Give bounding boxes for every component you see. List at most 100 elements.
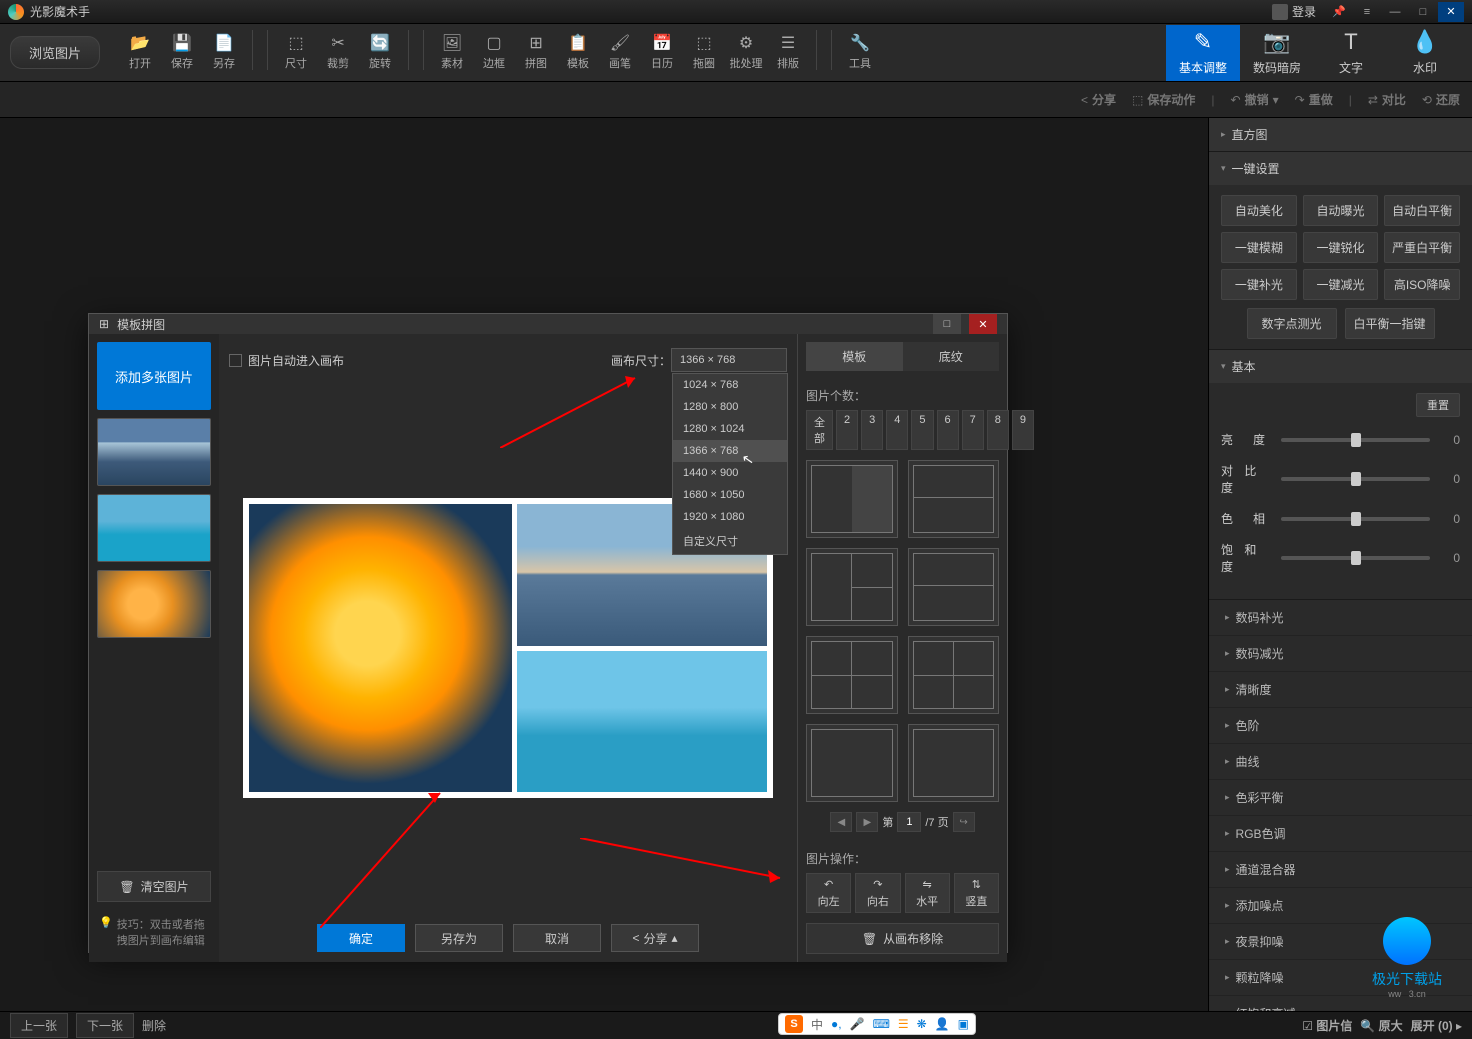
ime-keyboard-icon[interactable]: ⌨ <box>873 1017 890 1031</box>
onekey-自动曝光[interactable]: 自动曝光 <box>1303 195 1379 226</box>
onekey-数字点测光[interactable]: 数字点测光 <box>1247 308 1337 339</box>
rotate-竖直[interactable]: ⇅竖直 <box>954 873 999 913</box>
menu-icon[interactable]: ≡ <box>1354 2 1380 22</box>
size-option[interactable]: 1024 × 768 <box>673 374 787 396</box>
section-histogram[interactable]: ▸直方图 <box>1209 118 1472 151</box>
tab-template[interactable]: 模板 <box>806 342 903 371</box>
dialog-close-button[interactable]: ✕ <box>969 314 997 334</box>
section-色阶[interactable]: ▸色阶 <box>1209 708 1472 744</box>
zoom-original[interactable]: 🔍 原大 <box>1360 1017 1402 1034</box>
ime-menu-icon[interactable]: ☰ <box>898 1017 909 1031</box>
toolbar-尺寸[interactable]: ⬚尺寸 <box>276 30 316 75</box>
maximize-icon[interactable]: □ <box>1410 2 1436 22</box>
toolbar-拖圈[interactable]: ⬚拖圈 <box>684 30 724 75</box>
tab-文字[interactable]: T文字 <box>1314 25 1388 81</box>
count-filter-全部[interactable]: 全部 <box>806 410 833 450</box>
collage-cell[interactable] <box>249 504 512 792</box>
template-option[interactable] <box>908 548 1000 626</box>
pin-icon[interactable]: 📌 <box>1326 2 1352 22</box>
section-数码补光[interactable]: ▸数码补光 <box>1209 600 1472 636</box>
section-数码减光[interactable]: ▸数码减光 <box>1209 636 1472 672</box>
template-option[interactable] <box>806 548 898 626</box>
collage-cell[interactable] <box>517 651 767 793</box>
image-thumbnail[interactable] <box>97 494 211 562</box>
toolbar-裁剪[interactable]: ✂裁剪 <box>318 30 358 75</box>
dialog-maximize-button[interactable]: □ <box>933 314 961 334</box>
toolbar-拼图[interactable]: ⊞拼图 <box>516 30 556 75</box>
onekey-白平衡一指键[interactable]: 白平衡一指键 <box>1345 308 1435 339</box>
add-images-button[interactable]: 添加多张图片 <box>97 342 211 410</box>
cancel-button[interactable]: 取消 <box>513 924 601 952</box>
toolbar-画笔[interactable]: 🖌画笔 <box>600 30 640 75</box>
count-filter-7[interactable]: 7 <box>962 410 984 450</box>
ime-lang[interactable]: 中 <box>811 1016 823 1033</box>
minimize-icon[interactable]: — <box>1382 2 1408 22</box>
ime-punct-icon[interactable]: ●, <box>831 1017 842 1031</box>
onekey-高ISO降噪[interactable]: 高ISO降噪 <box>1384 269 1460 300</box>
size-option[interactable]: 1366 × 768 <box>673 440 787 462</box>
onekey-一键锐化[interactable]: 一键锐化 <box>1303 232 1379 263</box>
slider-track[interactable] <box>1281 556 1430 560</box>
slider-thumb[interactable] <box>1351 472 1361 486</box>
section-色彩平衡[interactable]: ▸色彩平衡 <box>1209 780 1472 816</box>
page-prev-button[interactable]: ◀ <box>830 812 852 832</box>
section-通道混合器[interactable]: ▸通道混合器 <box>1209 852 1472 888</box>
template-option[interactable] <box>908 724 1000 802</box>
login-button[interactable]: 登录 <box>1272 3 1316 20</box>
expand-panel[interactable]: 展开 (0) ▸ <box>1411 1017 1462 1034</box>
onekey-自动白平衡[interactable]: 自动白平衡 <box>1384 195 1460 226</box>
section-清晰度[interactable]: ▸清晰度 <box>1209 672 1472 708</box>
toolbar-模板[interactable]: 📋模板 <box>558 30 598 75</box>
toolbar-日历[interactable]: 📅日历 <box>642 30 682 75</box>
onekey-一键模糊[interactable]: 一键模糊 <box>1221 232 1297 263</box>
image-thumbnail[interactable] <box>97 570 211 638</box>
reset-button[interactable]: 重置 <box>1416 393 1460 417</box>
image-thumbnail[interactable] <box>97 418 211 486</box>
slider-track[interactable] <box>1281 438 1430 442</box>
ime-toolbar[interactable]: S 中 ●, 🎤 ⌨ ☰ ❋ 👤 ▣ <box>778 1013 976 1035</box>
size-option[interactable]: 1280 × 1024 <box>673 418 787 440</box>
template-option[interactable] <box>806 724 898 802</box>
share-action[interactable]: < 分享 <box>1081 91 1116 108</box>
ok-button[interactable]: 确定 <box>317 924 405 952</box>
toolbar-边框[interactable]: ▢边框 <box>474 30 514 75</box>
section-basic[interactable]: ▾基本 <box>1209 350 1472 383</box>
size-option[interactable]: 1920 × 1080 <box>673 506 787 528</box>
toolbar-打开[interactable]: 📂打开 <box>120 30 160 75</box>
browse-images-button[interactable]: 浏览图片 <box>10 36 100 69</box>
save-as-button[interactable]: 另存为 <box>415 924 503 952</box>
count-filter-4[interactable]: 4 <box>886 410 908 450</box>
onekey-一键补光[interactable]: 一键补光 <box>1221 269 1297 300</box>
clear-images-button[interactable]: 🗑清空图片 <box>97 871 211 902</box>
toolbar-旋转[interactable]: 🔄旋转 <box>360 30 400 75</box>
onekey-一键减光[interactable]: 一键减光 <box>1303 269 1379 300</box>
rotate-向右[interactable]: ↷向右 <box>855 873 900 913</box>
share-button[interactable]: < 分享 ▴ <box>611 924 699 952</box>
onekey-严重白平衡[interactable]: 严重白平衡 <box>1384 232 1460 263</box>
count-filter-6[interactable]: 6 <box>937 410 959 450</box>
count-filter-8[interactable]: 8 <box>987 410 1009 450</box>
delete-button[interactable]: 删除 <box>142 1017 166 1034</box>
ime-settings-icon[interactable]: ▣ <box>958 1017 969 1031</box>
page-next-button[interactable]: ▶ <box>856 812 878 832</box>
size-option[interactable]: 1280 × 800 <box>673 396 787 418</box>
remove-from-canvas-button[interactable]: 🗑从画布移除 <box>806 923 999 954</box>
count-filter-9[interactable]: 9 <box>1012 410 1034 450</box>
template-option[interactable] <box>908 636 1000 714</box>
slider-track[interactable] <box>1281 477 1430 481</box>
template-option[interactable] <box>806 460 898 538</box>
slider-thumb[interactable] <box>1351 433 1361 447</box>
close-icon[interactable]: ✕ <box>1438 2 1464 22</box>
count-filter-5[interactable]: 5 <box>911 410 933 450</box>
slider-track[interactable] <box>1281 517 1430 521</box>
tab-基本调整[interactable]: ✎基本调整 <box>1166 25 1240 81</box>
section-onekey[interactable]: ▾一键设置 <box>1209 152 1472 185</box>
tab-texture[interactable]: 底纹 <box>903 342 1000 371</box>
toolbar-工具[interactable]: 🔧工具 <box>840 30 880 75</box>
canvas-size-dropdown[interactable]: 1366 × 768 1024 × 7681280 × 8001280 × 10… <box>671 348 787 372</box>
size-option[interactable]: 1440 × 900 <box>673 462 787 484</box>
page-input[interactable] <box>897 812 921 832</box>
template-option[interactable] <box>806 636 898 714</box>
ime-mic-icon[interactable]: 🎤 <box>850 1017 865 1031</box>
next-image-button[interactable]: 下一张 <box>76 1013 134 1038</box>
